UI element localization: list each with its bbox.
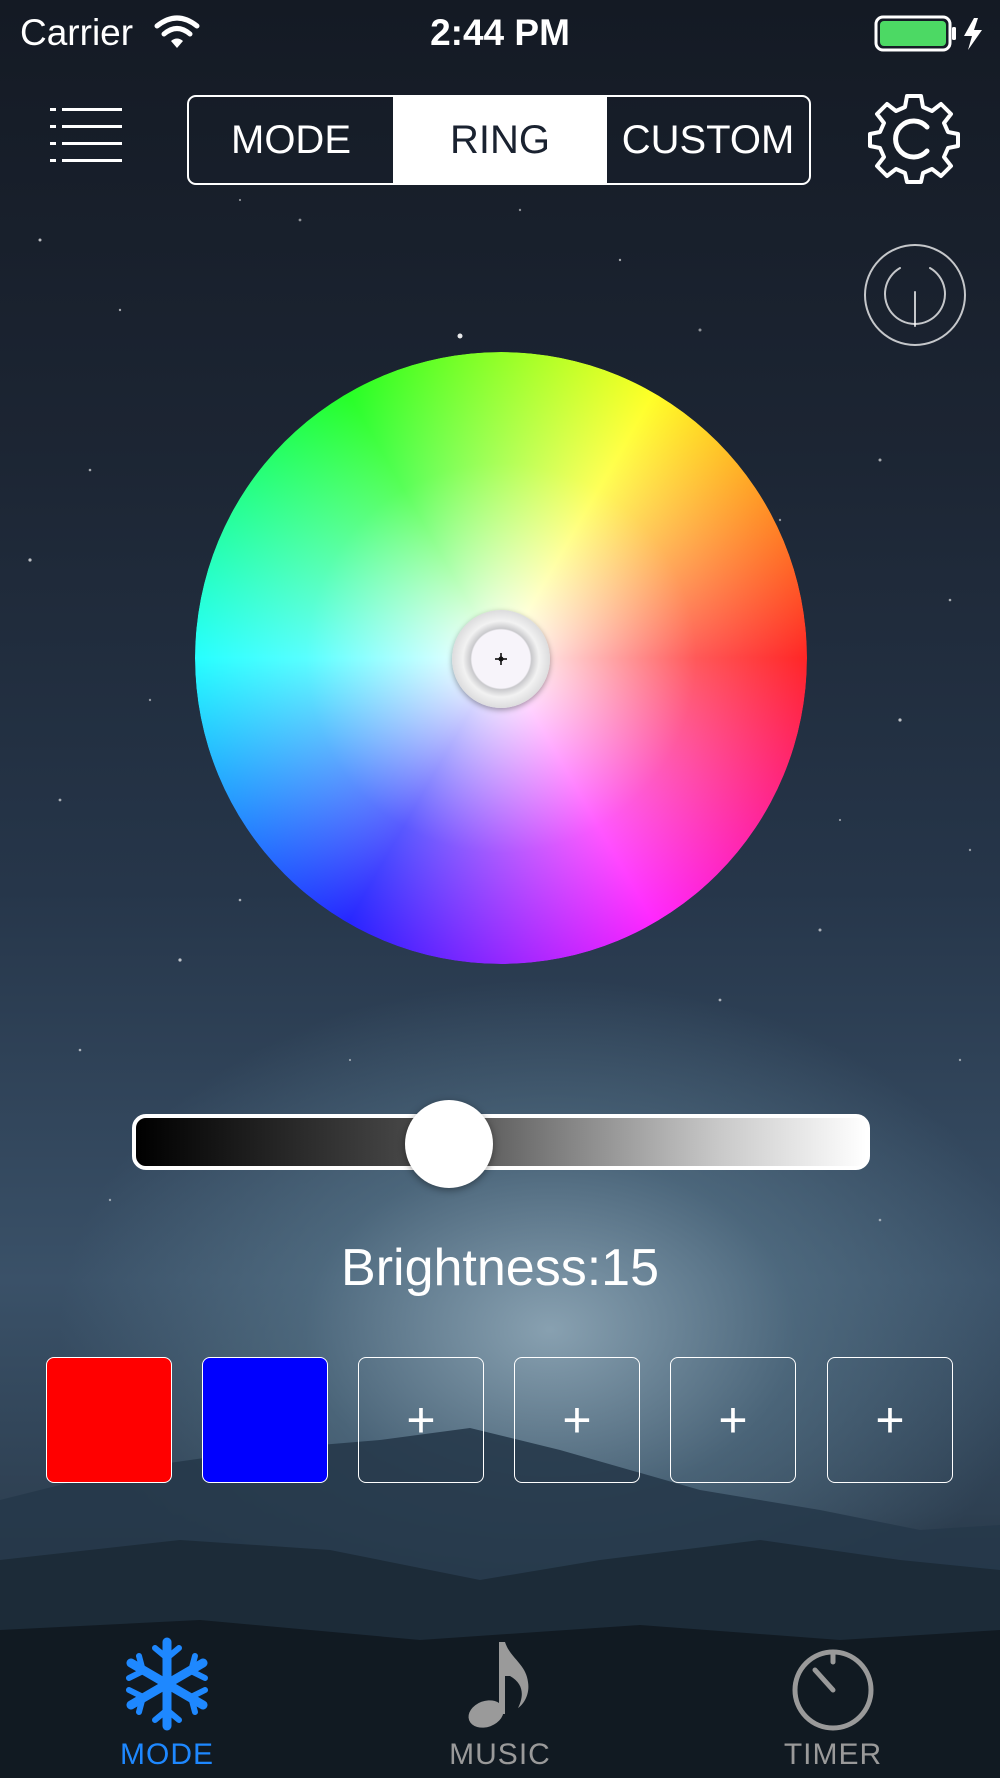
segment-custom[interactable]: CUSTOM xyxy=(605,97,809,183)
brightness-slider-thumb[interactable] xyxy=(405,1100,493,1188)
brightness-label: Brightness:15 xyxy=(341,1239,659,1297)
preset-swatch[interactable] xyxy=(202,1357,328,1483)
snowflake-icon xyxy=(126,1637,208,1731)
status-bar: Carrier 2:44 PM xyxy=(0,0,1000,70)
menu-button[interactable] xyxy=(50,108,122,164)
add-preset-button[interactable]: + xyxy=(358,1357,484,1483)
tab-bar: MODE MUSIC TIMER xyxy=(0,1620,1000,1778)
power-icon xyxy=(864,244,966,346)
crosshair-icon xyxy=(495,653,507,665)
power-button[interactable] xyxy=(862,242,968,348)
add-preset-button[interactable]: + xyxy=(514,1357,640,1483)
battery-charging-icon xyxy=(874,15,982,52)
settings-button[interactable] xyxy=(866,90,962,186)
add-preset-button[interactable]: + xyxy=(827,1357,953,1483)
segment-ring[interactable]: RING xyxy=(395,97,605,183)
tab-music-label: MUSIC xyxy=(449,1738,551,1771)
segment-mode[interactable]: MODE xyxy=(189,97,395,183)
tab-music[interactable]: MUSIC xyxy=(390,1620,610,1778)
timer-icon xyxy=(792,1649,874,1731)
tab-timer-label: TIMER xyxy=(783,1738,883,1771)
music-note-icon xyxy=(468,1642,529,1728)
list-icon xyxy=(50,108,122,162)
gear-icon xyxy=(868,94,960,184)
tab-timer[interactable]: TIMER xyxy=(723,1620,943,1778)
preset-swatch[interactable] xyxy=(46,1357,172,1483)
brightness-slider-track[interactable] xyxy=(132,1114,870,1170)
tab-mode[interactable]: MODE xyxy=(57,1620,277,1778)
tab-mode-label: MODE xyxy=(120,1738,214,1771)
mode-segmented-control: MODE RING CUSTOM xyxy=(187,95,811,185)
status-time: 2:44 PM xyxy=(430,12,570,53)
add-preset-button[interactable]: + xyxy=(670,1357,796,1483)
color-picker-handle[interactable] xyxy=(452,610,550,708)
color-presets: + + + + xyxy=(46,1357,954,1483)
